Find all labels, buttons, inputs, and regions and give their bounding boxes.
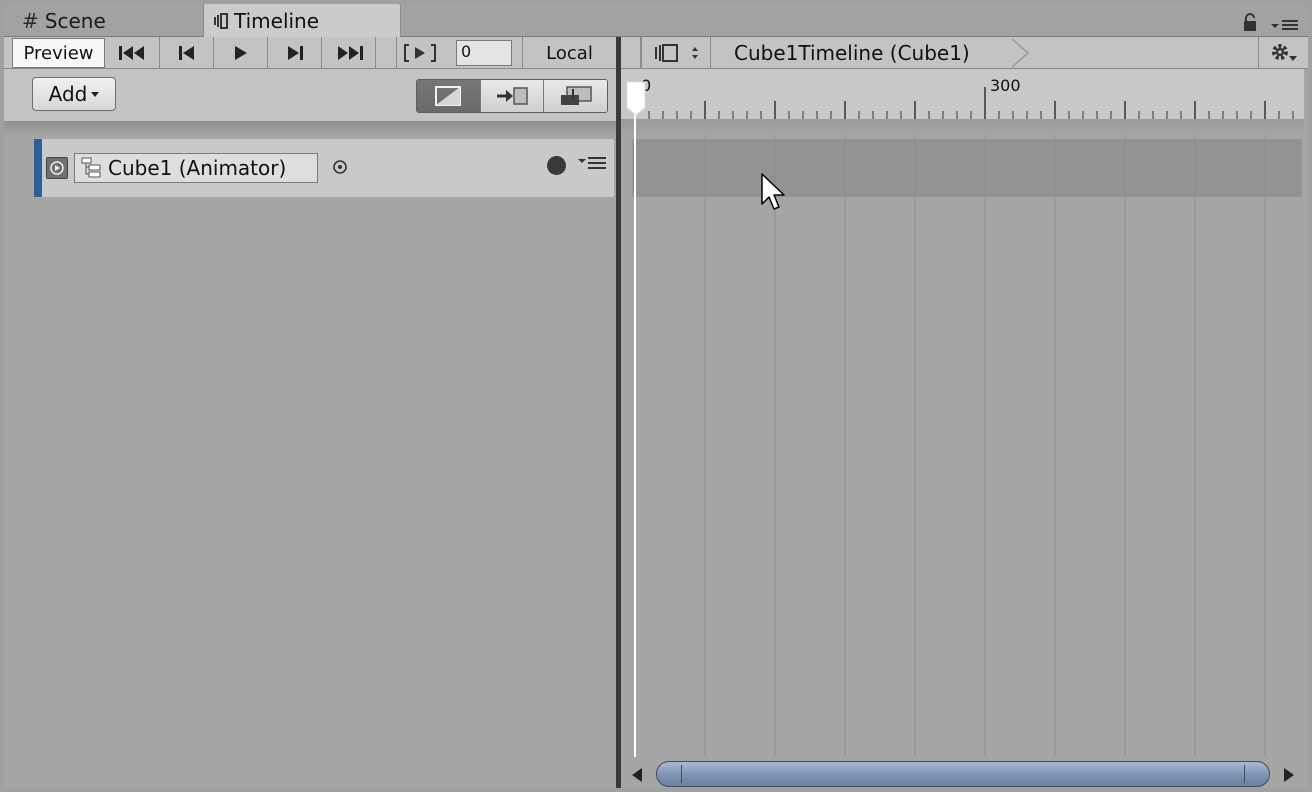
current-frame-field[interactable]: 0	[456, 40, 512, 66]
up-down-arrows-icon	[692, 47, 698, 59]
breadcrumb-separator-icon	[1011, 38, 1030, 68]
replace-mode-button[interactable]	[543, 80, 607, 112]
timeline-breadcrumb[interactable]: Cube1Timeline (Cube1)	[716, 37, 1046, 69]
timeline-toolbar: Preview 0 Local	[4, 37, 616, 69]
playhead-line[interactable]	[634, 110, 636, 757]
edit-mode-group	[416, 79, 608, 113]
track-binding-label: Cube1 (Animator)	[108, 156, 287, 180]
previous-frame-icon	[178, 46, 194, 60]
toolbar-separator	[396, 37, 397, 69]
animator-icon	[81, 157, 101, 178]
record-icon[interactable]	[547, 156, 566, 175]
tab-scene-label: Scene	[44, 8, 106, 33]
play-button[interactable]	[214, 37, 268, 69]
last-frame-icon	[337, 46, 363, 60]
chevron-down-icon	[91, 91, 100, 97]
ruler-shadow	[621, 119, 1304, 135]
ripple-mode-button[interactable]	[479, 80, 544, 112]
scroll-right-arrow-icon[interactable]	[1282, 767, 1296, 783]
scrollbar-thumb[interactable]	[656, 761, 1270, 787]
clip-edit-button[interactable]	[641, 37, 711, 69]
play-range-button[interactable]	[400, 37, 440, 69]
first-frame-icon	[118, 46, 144, 60]
scroll-left-arrow-icon[interactable]	[630, 767, 644, 783]
tab-scene[interactable]: # Scene	[12, 4, 202, 37]
mix-mode-icon	[435, 86, 462, 106]
next-frame-button[interactable]	[268, 37, 322, 69]
track-panel-shadow	[4, 121, 616, 135]
mouse-cursor-icon	[761, 173, 785, 210]
add-track-label: Add	[48, 82, 88, 106]
clip-view-icon	[655, 44, 678, 62]
editor-tab-bar: # Scene Timeline	[0, 0, 1312, 38]
animation-track-icon	[46, 157, 68, 179]
settings-button[interactable]	[1258, 37, 1308, 69]
timeline-grid	[704, 135, 1266, 757]
ruler-ticks	[634, 87, 1294, 119]
gear-icon	[1271, 44, 1297, 61]
playhead-handle[interactable]	[625, 80, 647, 116]
time-reference-button[interactable]: Local	[522, 37, 616, 69]
play-range-icon	[404, 44, 436, 62]
preview-button[interactable]: Preview	[12, 38, 105, 68]
next-frame-icon	[287, 46, 303, 60]
ripple-mode-icon	[497, 87, 528, 105]
tab-menu-icon[interactable]	[1270, 18, 1300, 32]
previous-frame-button[interactable]	[160, 37, 214, 69]
last-frame-button[interactable]	[322, 37, 376, 69]
ruler-label: 300	[990, 76, 1021, 95]
add-track-button[interactable]: Add	[32, 77, 116, 111]
mix-mode-button[interactable]	[417, 80, 480, 112]
first-frame-button[interactable]	[106, 37, 160, 69]
track-color-bar	[34, 139, 42, 197]
replace-mode-icon	[560, 86, 592, 105]
track-menu-icon[interactable]	[577, 156, 607, 172]
lock-icon[interactable]	[1243, 12, 1257, 32]
hash-icon: #	[22, 8, 39, 33]
tab-timeline-label: Timeline	[234, 9, 320, 33]
track-binding-field[interactable]: Cube1 (Animator)	[74, 153, 318, 183]
play-icon	[234, 46, 247, 60]
object-picker-icon[interactable]	[332, 159, 348, 175]
toolbar-separator	[621, 37, 641, 69]
timeline-icon	[214, 13, 228, 29]
tab-timeline[interactable]: Timeline	[203, 3, 401, 38]
